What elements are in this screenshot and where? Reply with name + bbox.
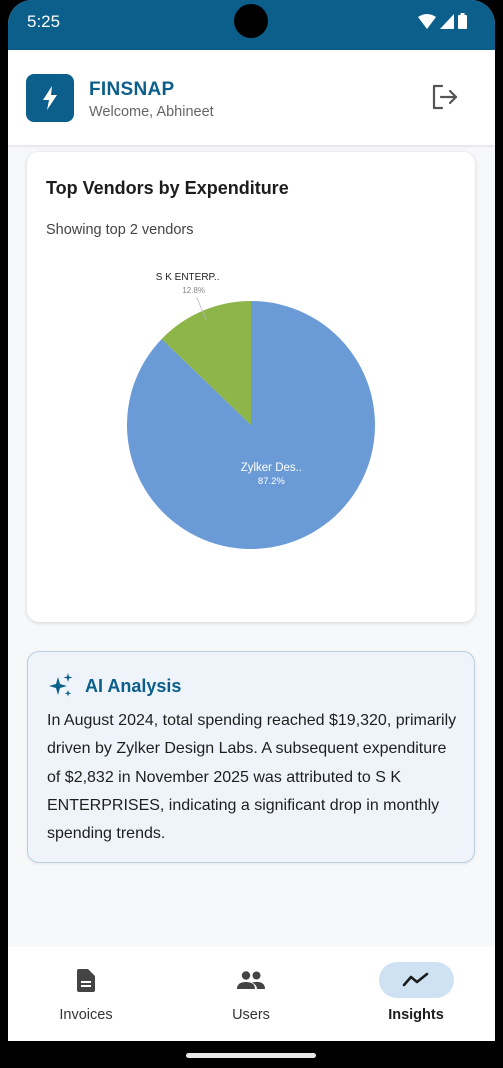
trend-icon [402,972,429,987]
document-icon [77,968,95,992]
app-screen: 5:25 FINSNAP Welcome, Abhineet Top Vendo… [8,0,495,1041]
camera-cutout [234,4,268,38]
status-bar: 5:25 [8,0,495,50]
welcome-text: Welcome, Abhineet [89,104,214,120]
nav-insights[interactable]: Insights [356,962,476,1032]
app-title: FINSNAP [89,79,175,100]
pie-percent-0: 87.2% [258,476,285,487]
battery-icon [458,13,467,29]
app-header: FINSNAP Welcome, Abhineet [8,50,495,145]
top-vendors-card: Top Vendors by Expenditure Showing top 2… [27,152,475,622]
ai-analysis-card: AI Analysis In August 2024, total spendi… [27,651,475,863]
pie-label-1: S K ENTERP.. [156,272,220,283]
nav-icon-container [214,962,289,998]
nav-users[interactable]: Users [191,962,311,1032]
ai-analysis-text: In August 2024, total spending reached $… [47,712,457,843]
status-time: 5:25 [27,12,61,31]
nav-label-invoices: Invoices [59,1007,113,1023]
ai-header: AI Analysis [47,672,181,700]
logout-icon [432,84,458,110]
nav-icon-container [49,962,124,998]
nav-invoices[interactable]: Invoices [26,962,146,1032]
app-logo [26,74,74,122]
logout-button[interactable] [431,84,459,115]
signal-icon [440,13,454,29]
pie-label-0: Zylker Des.. [241,462,302,474]
nav-label-users: Users [232,1007,270,1023]
nav-label-insights: Insights [388,1007,444,1023]
card-subtitle: Showing top 2 vendors [46,222,194,238]
users-icon [237,971,265,989]
nav-icon-container [378,962,454,998]
vendor-pie-chart: Zylker Des.. 87.2% 12.8% S K ENTERP.. [127,272,376,549]
wifi-icon [418,13,436,29]
pie-percent-1: 12.8% [182,286,205,295]
card-title: Top Vendors by Expenditure [46,178,289,198]
ai-title: AI Analysis [85,675,182,696]
sparkle-icon [49,673,73,697]
status-icons [418,13,467,29]
bolt-icon [43,86,57,110]
bottom-navigation: Invoices Users Insights [8,947,495,1041]
home-indicator[interactable] [186,1053,316,1058]
